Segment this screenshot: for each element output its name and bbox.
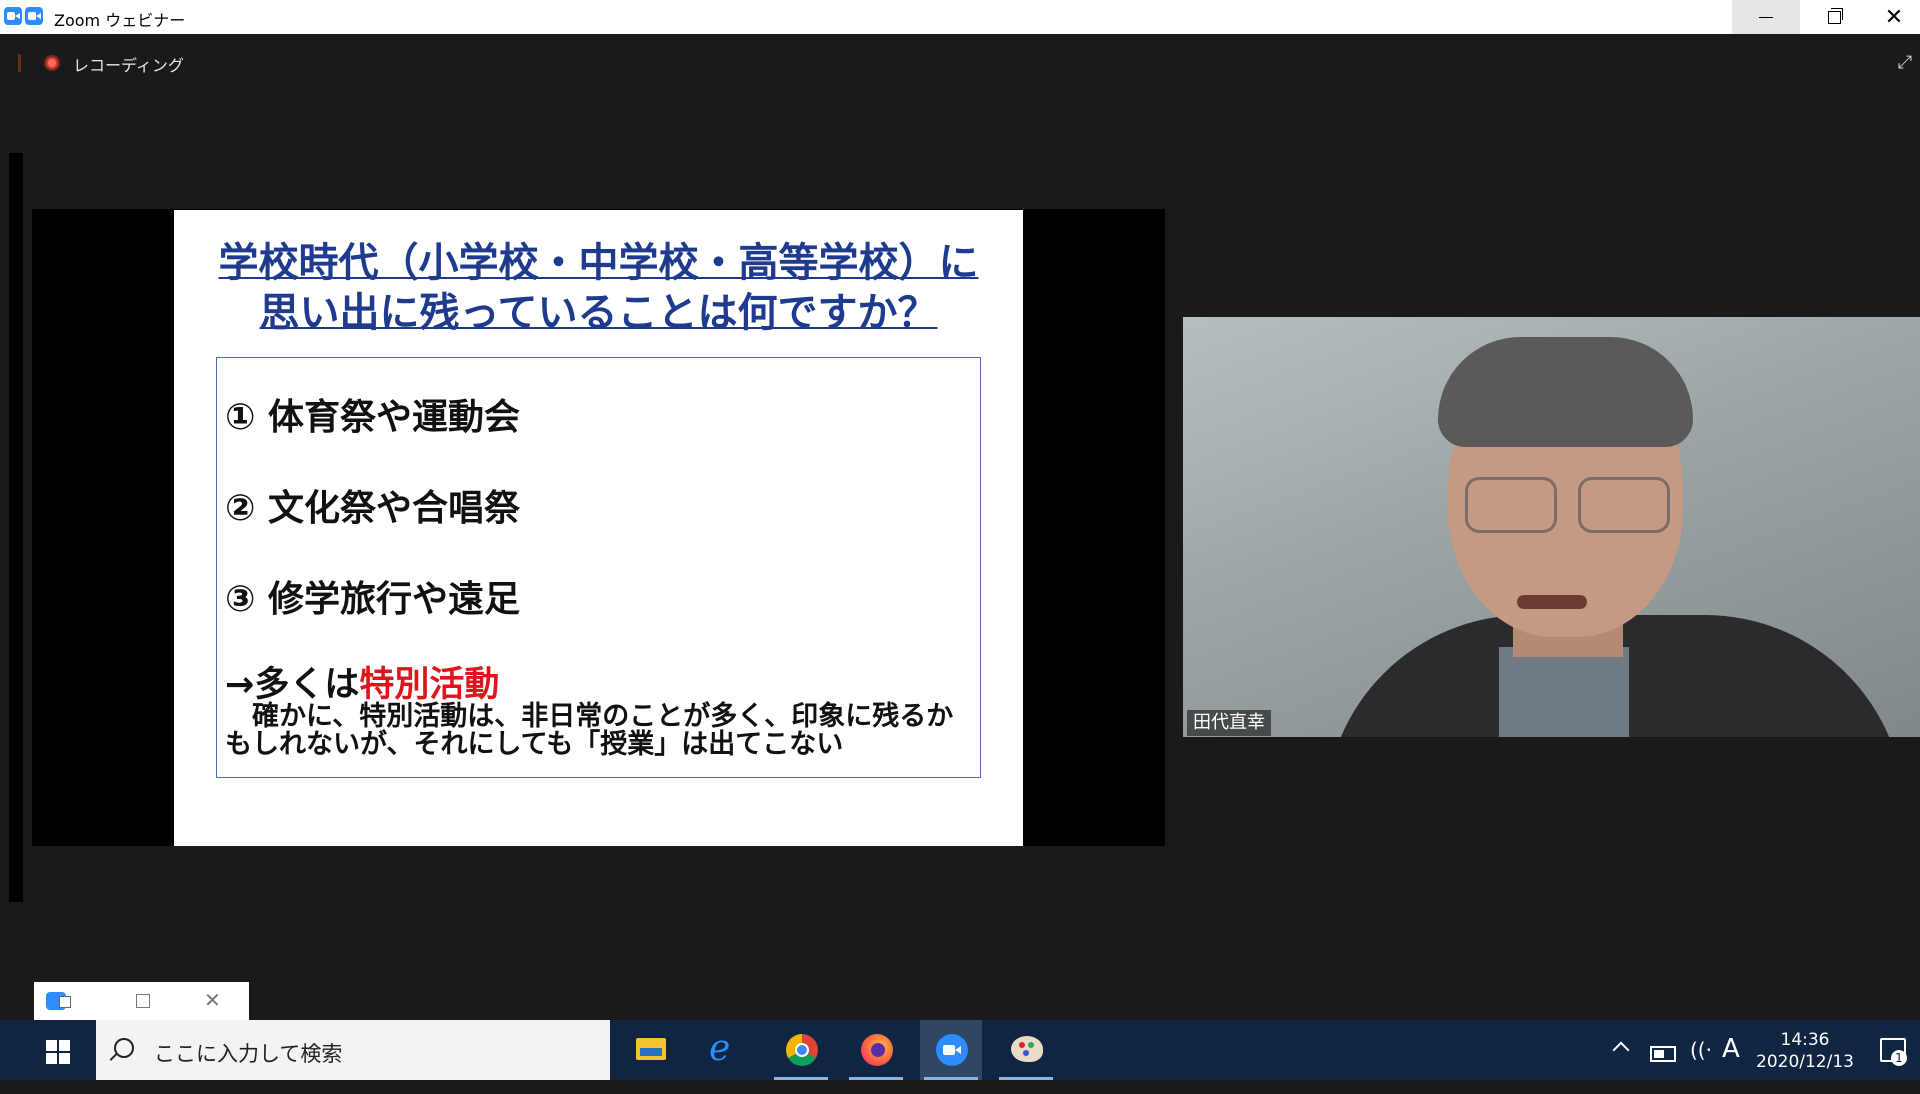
restore-button[interactable] [1800, 0, 1868, 34]
wifi-icon[interactable]: ((· [1690, 1038, 1712, 1062]
firefox-icon [861, 1034, 893, 1066]
ime-indicator[interactable]: A [1722, 1034, 1740, 1094]
clock-date: 2020/12/13 [1756, 1052, 1854, 1072]
participant-name-tag: 田代直幸 [1187, 710, 1271, 736]
slide-content-box: ① 体育祭や運動会 ② 文化祭や合唱祭 ③ 修学旅行や遠足 →多くは特別活動 確… [216, 357, 981, 778]
zoom-icon [4, 7, 22, 25]
taskbar-zoom[interactable] [920, 1020, 982, 1080]
slide-title-line-1: 学校時代（小学校・中学校・高等学校）に [218, 240, 979, 286]
notification-badge: 1 [1891, 1050, 1907, 1066]
chrome-icon [786, 1034, 818, 1066]
search-icon [114, 1038, 134, 1058]
taskbar-paint[interactable] [995, 1020, 1057, 1080]
recording-label: レコーディング [73, 56, 184, 75]
slide-conclusion: →多くは特別活動 [225, 656, 499, 707]
mini-window-bar[interactable]: ✕ [34, 982, 249, 1020]
zoom-mini-icon[interactable] [46, 992, 71, 1010]
battery-icon[interactable] [1650, 1046, 1676, 1062]
slide-item-3: ③ 修学旅行や遠足 [225, 579, 521, 620]
windows-start-icon[interactable] [46, 1040, 70, 1064]
slide-item-2: ② 文化祭や合唱祭 [225, 488, 521, 529]
glasses-right [1578, 477, 1670, 533]
taskbar-chrome[interactable] [770, 1020, 832, 1080]
glasses-left [1465, 477, 1557, 533]
slide-note: 確かに、特別活動は、非日常のことが多く、印象に残るかもしれないが、それにしても「… [225, 701, 954, 760]
clock-time: 14:36 [1780, 1030, 1830, 1050]
taskbar: ここに入力して検索 e ((· A 14:36 2020/12/13 1 [0, 1020, 1920, 1080]
person-collar [1499, 647, 1629, 737]
file-explorer-icon [636, 1038, 666, 1060]
window-title-bar: Zoom ウェビナー ✕ [0, 0, 1920, 34]
recording-side-mark [18, 54, 21, 72]
search-placeholder: ここに入力して検索 [154, 1042, 343, 1066]
left-panel-rail [9, 153, 23, 902]
zoom-icon [936, 1034, 968, 1066]
recording-icon[interactable] [44, 55, 60, 71]
chevron-up-icon[interactable] [1612, 1038, 1626, 1052]
taskbar-internet-explorer[interactable]: e [695, 1020, 757, 1080]
taskbar-search-box[interactable]: ここに入力して検索 [96, 1020, 610, 1080]
restore-icon [1827, 7, 1843, 24]
presentation-slide: 学校時代（小学校・中学校・高等学校）に 思い出に残っていることは何ですか？ ① … [174, 210, 1023, 846]
taskbar-file-explorer[interactable] [620, 1020, 682, 1080]
participant-video[interactable] [1183, 317, 1920, 737]
window-title: Zoom ウェビナー [54, 11, 186, 30]
slide-title-line-2: 思い出に残っていることは何ですか？ [259, 290, 938, 336]
minimize-icon [1759, 16, 1773, 18]
slide-item-1: ① 体育祭や運動会 [225, 397, 521, 438]
person-mouth [1517, 595, 1587, 609]
close-button[interactable]: ✕ [1868, 0, 1920, 34]
conclusion-highlight: 特別活動 [359, 665, 500, 705]
taskbar-firefox[interactable] [845, 1020, 907, 1080]
mini-close-icon[interactable]: ✕ [204, 988, 221, 1012]
person-hair [1438, 337, 1693, 447]
paint-icon [1011, 1036, 1043, 1062]
conclusion-prefix: →多くは [225, 665, 360, 705]
fullscreen-icon[interactable]: ⤢ [1894, 52, 1916, 74]
taskbar-clock[interactable]: 14:36 2020/12/13 [1755, 1029, 1855, 1073]
internet-explorer-icon: e [709, 1028, 731, 1069]
app-icons [4, 7, 43, 25]
maximize-icon[interactable] [136, 994, 150, 1008]
slide-title: 学校時代（小学校・中学校・高等学校）に 思い出に残っていることは何ですか？ [174, 238, 1023, 338]
zoom-webinar-icon [25, 7, 43, 25]
minimize-button[interactable] [1732, 0, 1800, 34]
